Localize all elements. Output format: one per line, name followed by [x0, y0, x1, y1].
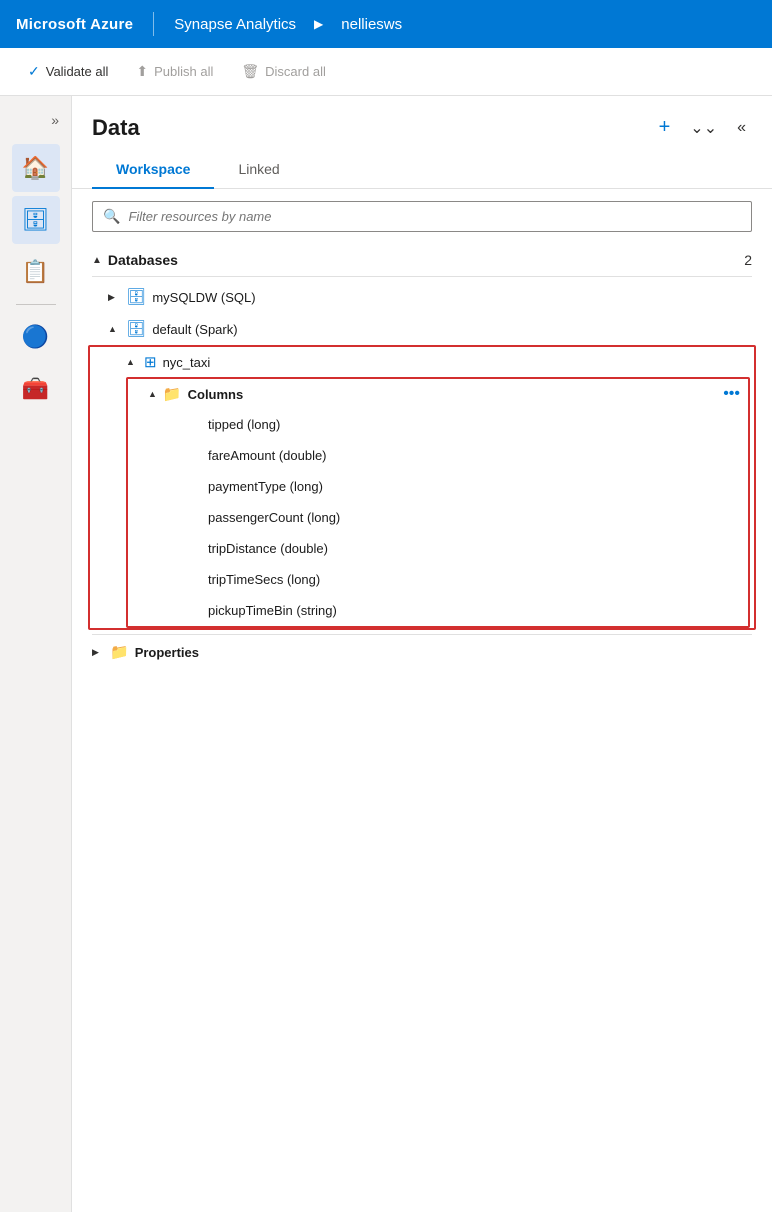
- main-layout: » 🏠 🗄 📋 🔵 🧰 Data +: [0, 96, 772, 1212]
- tree-item-properties[interactable]: ▶ 📁 Properties: [92, 634, 752, 669]
- databases-expand-icon: ▲: [92, 255, 102, 266]
- sidebar-item-monitor[interactable]: 🔵: [12, 313, 60, 361]
- chevron-down-icon: ⌄⌄: [690, 120, 717, 137]
- tree-item-default-spark[interactable]: ▲ 🗄 default (Spark): [92, 313, 752, 345]
- add-button[interactable]: +: [653, 112, 677, 143]
- trash-icon: 🗑: [241, 63, 259, 80]
- default-spark-label: default (Spark): [152, 322, 237, 337]
- properties-folder-icon: 📁: [110, 643, 129, 661]
- content-area: Data + ⌄⌄ « Workspace Linked: [72, 96, 772, 1212]
- collapse-panel-button[interactable]: «: [731, 115, 752, 141]
- mysqlDW-label: mySQLDW (SQL): [152, 290, 255, 305]
- service-label: Synapse Analytics: [174, 16, 296, 33]
- sidebar-item-manage[interactable]: 🧰: [12, 365, 60, 413]
- panel-title: Data: [92, 115, 140, 141]
- validate-label: Validate all: [46, 64, 109, 79]
- double-chevron-left-icon: «: [737, 119, 746, 136]
- upload-icon: ⬆: [136, 63, 148, 80]
- more-options-icon[interactable]: •••: [719, 385, 744, 403]
- columns-row-left: ▲ 📁 Columns: [132, 385, 243, 403]
- sidebar-collapse-button[interactable]: »: [47, 108, 63, 132]
- default-spark-expand-icon: ▲: [108, 324, 120, 334]
- column-item-6: pickupTimeBin (string): [128, 595, 748, 626]
- plus-icon: +: [659, 116, 671, 138]
- tree-item-nyc-taxi[interactable]: ▲ ⊞ nyc_taxi: [94, 347, 750, 377]
- column-item-2: paymentType (long): [128, 471, 748, 502]
- top-header: Microsoft Azure Synapse Analytics ▶ nell…: [0, 0, 772, 48]
- sidebar: » 🏠 🗄 📋 🔵 🧰: [0, 96, 72, 1212]
- search-container: 🔍: [72, 189, 772, 244]
- table-icon: ⊞: [144, 353, 157, 371]
- tabs-container: Workspace Linked: [72, 151, 772, 189]
- column-item-4: tripDistance (double): [128, 533, 748, 564]
- chevron-left-icon: »: [51, 112, 59, 128]
- column-item-1: fareAmount (double): [128, 440, 748, 471]
- search-input[interactable]: [128, 209, 741, 224]
- search-box: 🔍: [92, 201, 752, 232]
- sidebar-separator: [16, 304, 56, 305]
- panel-header-actions: + ⌄⌄ «: [653, 112, 752, 143]
- header-divider: [153, 12, 154, 36]
- nyc-taxi-expand-icon: ▲: [126, 357, 138, 367]
- manage-icon: 🧰: [22, 378, 49, 400]
- tab-linked-label: Linked: [238, 161, 279, 177]
- properties-label: Properties: [135, 645, 199, 660]
- nyc-taxi-label: nyc_taxi: [163, 355, 211, 370]
- tab-linked[interactable]: Linked: [214, 151, 303, 189]
- columns-box: ▲ 📁 Columns ••• tipped (long) fareAmount…: [126, 377, 750, 628]
- sidebar-collapse-area: »: [0, 104, 71, 140]
- notebooks-icon: 📋: [22, 261, 49, 283]
- breadcrumb-arrow-icon: ▶: [314, 17, 323, 31]
- search-icon: 🔍: [103, 208, 120, 225]
- workspace-label: nelliesws: [341, 16, 402, 33]
- tree-item-mysqlDW[interactable]: ▶ 🗄 mySQLDW (SQL): [92, 281, 752, 313]
- toolbar: ✓ Validate all ⬆ Publish all 🗑 Discard a…: [0, 48, 772, 96]
- mysqlDW-expand-icon: ▶: [108, 292, 120, 303]
- databases-header-left: ▲ Databases: [92, 252, 178, 268]
- databases-count: 2: [744, 252, 752, 268]
- properties-expand-icon: ▶: [92, 647, 104, 658]
- discard-label: Discard all: [265, 64, 326, 79]
- checkmark-icon: ✓: [28, 63, 40, 80]
- tree-section: ▲ Databases 2 ▶ 🗄 mySQLDW (SQL) ▲ 🗄 defa…: [72, 244, 772, 1212]
- columns-label: Columns: [188, 387, 244, 402]
- expand-button[interactable]: ⌄⌄: [684, 114, 723, 142]
- home-icon: 🏠: [22, 157, 49, 179]
- brand-label: Microsoft Azure: [16, 16, 133, 33]
- databases-section-header: ▲ Databases 2: [92, 244, 752, 277]
- discard-all-button[interactable]: 🗑 Discard all: [229, 57, 337, 86]
- mysqlDW-icon: 🗄: [126, 287, 146, 307]
- default-spark-icon: 🗄: [126, 319, 146, 339]
- tab-workspace[interactable]: Workspace: [92, 151, 214, 189]
- tab-workspace-label: Workspace: [116, 161, 190, 177]
- databases-title: Databases: [108, 252, 178, 268]
- publish-all-button[interactable]: ⬆ Publish all: [124, 57, 225, 86]
- panel-header: Data + ⌄⌄ «: [72, 96, 772, 151]
- columns-expand-icon: ▲: [132, 389, 157, 399]
- column-item-5: tripTimeSecs (long): [128, 564, 748, 595]
- column-item-0: tipped (long): [128, 409, 748, 440]
- sidebar-item-notebooks[interactable]: 📋: [12, 248, 60, 296]
- columns-row[interactable]: ▲ 📁 Columns •••: [128, 379, 748, 409]
- column-item-3: passengerCount (long): [128, 502, 748, 533]
- monitor-icon: 🔵: [22, 326, 49, 348]
- highlight-box: ▲ ⊞ nyc_taxi ▲ 📁 Columns •••: [88, 345, 756, 630]
- sidebar-item-home[interactable]: 🏠: [12, 144, 60, 192]
- columns-folder-icon: 📁: [163, 385, 182, 403]
- sidebar-item-database[interactable]: 🗄: [12, 196, 60, 244]
- publish-label: Publish all: [154, 64, 213, 79]
- database-icon: 🗄: [22, 209, 50, 231]
- validate-all-button[interactable]: ✓ Validate all: [16, 57, 120, 86]
